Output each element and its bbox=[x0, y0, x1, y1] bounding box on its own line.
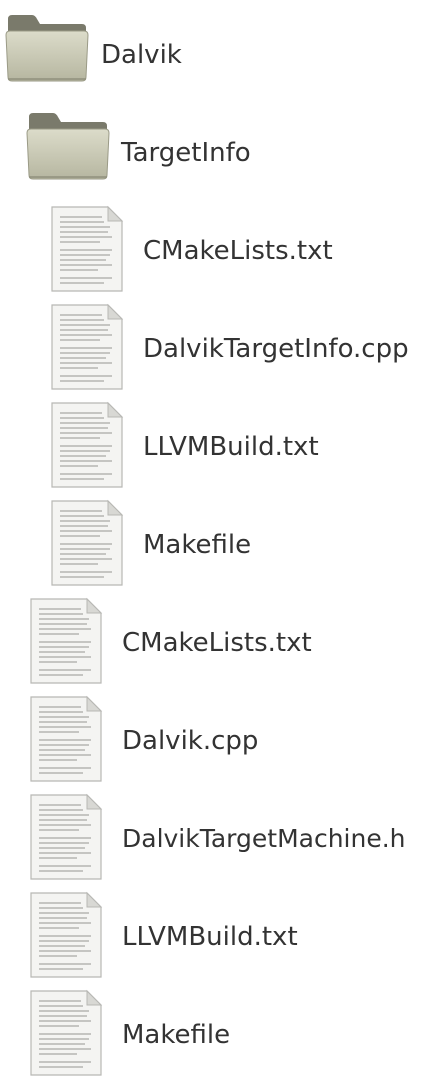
text-file-icon bbox=[51, 401, 124, 488]
tree-item-label: Makefile bbox=[122, 1020, 231, 1050]
tree-item-label: LLVMBuild.txt bbox=[143, 432, 319, 462]
text-file-icon bbox=[51, 205, 124, 292]
tree-item-label: Dalvik bbox=[101, 40, 182, 70]
tree-item-label: DalvikTargetInfo.cpp bbox=[143, 334, 409, 364]
tree-item-label: CMakeLists.txt bbox=[122, 628, 312, 658]
tree-item-file[interactable]: Makefile bbox=[0, 496, 424, 594]
text-file-icon bbox=[30, 989, 103, 1076]
tree-item-label: DalvikTargetMachine.h bbox=[122, 824, 406, 853]
tree-item-file[interactable]: Makefile bbox=[0, 986, 424, 1084]
tree-item-targetinfo-folder[interactable]: TargetInfo bbox=[0, 104, 424, 202]
tree-item-label: Dalvik.cpp bbox=[122, 726, 259, 756]
text-file-icon bbox=[30, 793, 103, 880]
tree-item-file[interactable]: LLVMBuild.txt bbox=[0, 888, 424, 986]
text-file-icon bbox=[30, 695, 103, 782]
tree-item-label: TargetInfo bbox=[121, 138, 251, 168]
folder-icon bbox=[5, 15, 89, 82]
file-tree: Dalvik TargetInfo CMakeLists.txt DalvikT… bbox=[0, 0, 424, 1086]
tree-item-file[interactable]: CMakeLists.txt bbox=[0, 594, 424, 692]
folder-icon bbox=[26, 113, 110, 180]
tree-item-file[interactable]: DalvikTargetMachine.h bbox=[0, 790, 424, 888]
text-file-icon bbox=[30, 891, 103, 978]
text-file-icon bbox=[51, 303, 124, 390]
text-file-icon bbox=[30, 597, 103, 684]
tree-item-label: LLVMBuild.txt bbox=[122, 922, 298, 952]
tree-item-dalvik-folder[interactable]: Dalvik bbox=[0, 6, 424, 104]
tree-item-label: CMakeLists.txt bbox=[143, 236, 333, 266]
tree-item-file[interactable]: LLVMBuild.txt bbox=[0, 398, 424, 496]
tree-item-file[interactable]: Dalvik.cpp bbox=[0, 692, 424, 790]
tree-item-label: Makefile bbox=[143, 530, 252, 560]
tree-item-file[interactable]: CMakeLists.txt bbox=[0, 202, 424, 300]
tree-item-file[interactable]: DalvikTargetInfo.cpp bbox=[0, 300, 424, 398]
text-file-icon bbox=[51, 499, 124, 586]
